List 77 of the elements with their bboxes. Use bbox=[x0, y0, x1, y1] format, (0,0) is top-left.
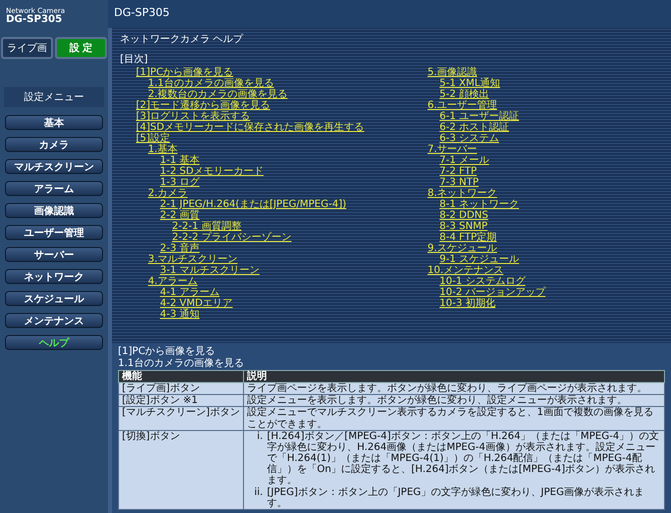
column-header: 機能 bbox=[118, 370, 244, 382]
toc-link[interactable]: 2.カメラ bbox=[148, 188, 188, 199]
table-cell: [マルチスクリーン]ボタン bbox=[118, 406, 244, 430]
table-cell: [設定]ボタン ※1 bbox=[118, 394, 244, 407]
toc-link[interactable]: 2-2-1 画質調整 bbox=[172, 220, 242, 232]
toc-link[interactable]: 8-3 SNMP bbox=[440, 220, 488, 232]
list-marker: i. bbox=[256, 430, 263, 444]
toc-link[interactable]: 9-1 スケジュール bbox=[440, 254, 520, 265]
menu-button[interactable]: ネットワーク bbox=[5, 269, 103, 284]
column-header: 説明 bbox=[244, 370, 664, 382]
toc-link[interactable]: 10-2 バージョンアップ bbox=[440, 286, 546, 298]
toc-link[interactable]: 2-2 画質 bbox=[160, 210, 200, 221]
menu-title: 設定メニュー bbox=[4, 87, 104, 107]
menu-button[interactable]: マルチスクリーン bbox=[5, 159, 103, 174]
toc-heading: [目次] bbox=[120, 52, 149, 66]
toc-link[interactable]: 10.メンテナンス bbox=[428, 264, 504, 276]
toc-link[interactable]: 6-2 ホスト認証 bbox=[440, 122, 510, 133]
menu-button[interactable]: 基本 bbox=[5, 115, 103, 130]
table-cell: 設定メニューを表示します。ボタンが緑色に変わり、設定メニューが表示されます。 bbox=[244, 394, 664, 407]
menu-button[interactable]: スケジュール bbox=[5, 291, 103, 306]
toc-link[interactable]: 1-1 基本 bbox=[160, 154, 200, 166]
toc-link[interactable]: 6.ユーザー管理 bbox=[428, 100, 498, 111]
toc-link[interactable]: 10-3 初期化 bbox=[440, 298, 496, 309]
toc-link[interactable]: [1]PCから画像を見る bbox=[136, 66, 234, 78]
list-marker: ii. bbox=[253, 486, 263, 500]
toc-link[interactable]: 7-2 FTP bbox=[440, 166, 477, 177]
toc-link[interactable]: 7.サーバー bbox=[428, 144, 478, 155]
menu-button[interactable]: ユーザー管理 bbox=[5, 225, 103, 240]
mode-button[interactable]: ライブ画 bbox=[1, 37, 53, 59]
mode-button[interactable]: 設 定 bbox=[55, 37, 107, 59]
menu-button[interactable]: メンテナンス bbox=[5, 313, 103, 328]
toc-link[interactable]: 7-3 NTP bbox=[440, 176, 479, 188]
toc-link[interactable]: 7-1 メール bbox=[440, 154, 490, 166]
toc-link[interactable]: 8-4 FTP定期 bbox=[440, 232, 497, 243]
toc-link[interactable]: 2-1 JPEG/H.264(または[JPEG/MPEG-4]) bbox=[160, 198, 346, 210]
toc-link[interactable]: 4.アラーム bbox=[148, 276, 198, 287]
toc-link[interactable]: [5]設定 bbox=[136, 132, 170, 144]
table-cell: [切換]ボタン bbox=[118, 430, 244, 510]
toc-link[interactable]: [3]ログリストを表示する bbox=[136, 110, 250, 122]
toc-link[interactable]: 3-1 マルチスクリーン bbox=[160, 264, 260, 276]
help-title: ネットワークカメラ ヘルプ bbox=[120, 32, 244, 46]
menu-button[interactable]: 画像認識 bbox=[5, 203, 103, 218]
toc-link[interactable]: 6-1 ユーザー認証 bbox=[440, 110, 520, 122]
toc-link[interactable]: 9.スケジュール bbox=[428, 242, 498, 254]
table-cell: [ライブ画]ボタン bbox=[118, 382, 244, 395]
toc-link[interactable]: 1-3 ログ bbox=[160, 176, 200, 188]
toc-link[interactable]: 8.ネットワーク bbox=[428, 188, 498, 199]
menu-button[interactable]: カメラ bbox=[5, 137, 103, 152]
toc-link[interactable]: 4-1 アラーム bbox=[160, 286, 220, 298]
page-title: DG-SP305 bbox=[114, 6, 170, 19]
toc-link[interactable]: 8-1 ネットワーク bbox=[440, 198, 520, 210]
toc-link[interactable]: 2-3 音声 bbox=[160, 242, 200, 254]
toc-link[interactable]: 4-3 通知 bbox=[160, 308, 200, 320]
table-cell: ライブ画ページを表示します。ボタンが緑色に変わり、ライブ画ページが表示されます。 bbox=[244, 382, 664, 395]
toc-link[interactable]: 8-2 DDNS bbox=[440, 210, 488, 221]
toc-link[interactable]: 5-2 顔検出 bbox=[440, 88, 490, 100]
toc-link[interactable]: 5.画像認識 bbox=[428, 66, 478, 78]
list-text: [H.264]ボタン／[MPEG-4]ボタン：ボタン上の「H.264」（または「MPEG-4」）の文字が緑色に変わり、H.264画像（またはMPEG-4画像）が表示されます。設定メニューで「H.264(1)」（または「MPEG-4(1)」）の「H.264配信」（または「MPEG-4配信」）を「On」に設定すると、[H.264]ボタン（または[MPEG-4]ボタン）が表示されます。 bbox=[267, 430, 660, 486]
toc-link[interactable]: 1.基本 bbox=[148, 144, 178, 155]
toc-link[interactable]: [4]SDメモリーカードに保存された画像を再生する bbox=[136, 122, 364, 133]
toc-link[interactable]: 2-2-2 プライバシーゾーン bbox=[172, 232, 292, 243]
toc-link[interactable]: 10-1 システムログ bbox=[440, 276, 526, 287]
toc-link[interactable]: [2]モード遷移から画像を見る bbox=[136, 100, 270, 111]
list-text: [JPEG]ボタン：ボタン上の「JPEG」の文字が緑色に変わり、JPEG画像が表示されます。 bbox=[267, 486, 645, 509]
menu-button[interactable]: アラーム bbox=[5, 181, 103, 196]
section-subheading: 1.1台のカメラの画像を見る bbox=[118, 358, 245, 369]
toc-link[interactable]: 5-1 XML通知 bbox=[440, 78, 500, 89]
table-cell: 設定メニューでマルチスクリーン表示するカメラを設定すると、1画面で複数の画像を見ることができます。 bbox=[244, 406, 664, 430]
toc-link[interactable]: 2.複数台のカメラの画像を見る bbox=[148, 88, 288, 100]
toc-link[interactable]: 6-3 システム bbox=[440, 132, 500, 144]
logo-model: DG-SP305 bbox=[6, 15, 64, 25]
menu-button[interactable]: ヘルプ bbox=[5, 335, 103, 350]
menu-button[interactable]: サーバー bbox=[5, 247, 103, 262]
toc-link[interactable]: 4-2 VMDエリア bbox=[160, 298, 233, 309]
toc-link[interactable]: 1-2 SDメモリーカード bbox=[160, 166, 264, 177]
toc-link[interactable]: 3.マルチスクリーン bbox=[148, 254, 238, 265]
section-heading: [1]PCから画像を見る bbox=[118, 346, 216, 358]
